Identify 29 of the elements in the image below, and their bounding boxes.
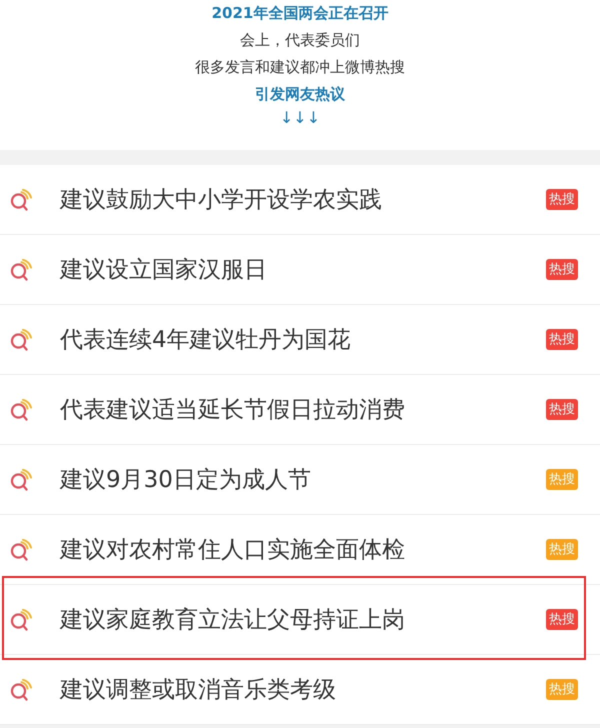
trending-title[interactable]: 建议家庭教育立法让父母持证上岗 [60,604,405,635]
trending-title[interactable]: 建议鼓励大中小学开设学农实践 [60,184,382,215]
trending-title[interactable]: 建议设立国家汉服日 [60,254,267,285]
trending-title[interactable]: 建议对农村常住人口实施全面体检 [60,534,405,565]
intro-text: 很多发言和建议都冲上微博热搜 [195,57,405,78]
intro-text: 会上，代表委员们 [240,30,360,51]
search-icon [10,468,33,490]
hot-badge: 热搜 [546,679,578,700]
hot-badge: 热搜 [546,399,578,420]
hot-badge: 热搜 [546,259,578,280]
search-icon [10,258,33,280]
hot-badge: 热搜 [546,539,578,560]
search-icon [10,328,33,350]
hot-badge: 热搜 [546,609,578,630]
down-arrows: ↓↓↓ [280,108,320,128]
hot-badge: 热搜 [546,329,578,350]
hot-badge: 热搜 [546,469,578,490]
search-icon [10,398,33,420]
highlight-text: 引发网友热议 [255,84,345,105]
trending-title[interactable]: 代表连续4年建议牡丹为国花 [60,324,351,355]
hot-badge: 热搜 [546,189,578,210]
search-icon [10,608,33,630]
search-icon [10,678,33,700]
search-icon [10,188,33,210]
trending-title[interactable]: 代表建议适当延长节假日拉动消费 [60,394,405,425]
search-icon [10,538,33,560]
trending-title[interactable]: 建议调整或取消音乐类考级 [60,674,336,705]
highlight-text: 2021年全国两会正在召开 [212,3,388,24]
trending-title[interactable]: 建议9月30日定为成人节 [60,464,311,495]
